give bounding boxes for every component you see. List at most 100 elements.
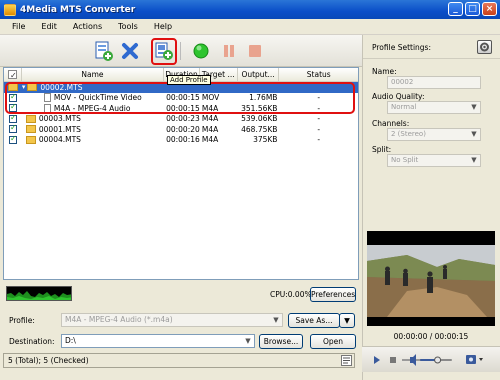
menu-help[interactable]: Help [146,22,180,31]
video-preview[interactable] [367,231,495,326]
preferences-button[interactable]: Preferences [310,287,356,302]
video-frame-image [367,231,495,326]
time-readout: 00:00:00 / 00:00:15 [393,332,469,341]
title-bar: 4Media MTS Converter _ □ × [0,0,500,19]
row-duration: 00:00:20 [166,124,200,134]
table-row[interactable]: M4A - MPEG-4 Audio 00:00:15 M4A 351.56KB… [4,102,358,114]
row-name: M4A - MPEG-4 Audio [53,103,131,113]
add-profile-icon[interactable] [154,41,174,61]
toolbar-separator [180,42,181,60]
table-row[interactable]: 00003.MTS 00:00:23 M4A 539.06KB - [4,113,358,125]
table-row[interactable]: MOV - QuickTime Video 00:00:15 MOV 1.76M… [4,92,358,104]
speaker-icon[interactable] [410,354,416,366]
stop-icon[interactable] [245,41,265,61]
row-target: M4A [201,103,219,113]
profile-label: Profile: [9,316,35,325]
table-row[interactable]: 00001.MTS 00:00:20 M4A 468.75KB - [4,123,358,135]
name-field-value: 00002 [391,78,414,86]
row-output: 351.56KB [241,103,278,113]
row-duration: 00:00:16 [166,135,200,145]
chevron-down-icon[interactable]: ▼ [468,155,480,166]
row-output: 468.75KB [241,124,278,134]
chevron-down-icon[interactable]: ▼ [468,129,480,140]
maximize-button[interactable]: □ [465,2,480,16]
log-icon[interactable] [341,355,352,366]
chevron-down-icon[interactable]: ▼ [270,314,282,326]
table-row[interactable]: 00004.MTS 00:00:16 M4A 375KB - [4,134,358,146]
play-icon[interactable] [374,356,380,364]
open-button[interactable]: Open [310,334,356,349]
channels-select[interactable]: 2 (Stereo) ▼ [387,128,481,141]
destination-value: D:\ [65,336,76,345]
row-name: 00002.MTS [40,82,83,92]
stop-playback-icon[interactable] [390,357,396,363]
audio-quality-select[interactable]: Normal ▼ [387,101,481,114]
chevron-down-icon[interactable]: ▼ [242,335,254,347]
row-duration: 00:00:23 [166,114,200,124]
row-name: 00003.MTS [38,114,81,124]
audio-quality-label: Audio Quality: [372,92,425,101]
row-status: - [317,124,321,134]
audio-quality-value: Normal [391,103,417,111]
delete-icon[interactable] [120,41,140,61]
row-status: - [317,103,321,113]
row-checkbox[interactable] [8,113,17,123]
name-label: Name: [372,67,397,76]
name-field[interactable]: 00002 [387,76,481,89]
menu-tools[interactable]: Tools [110,22,146,31]
collapse-icon[interactable]: ▾ [22,83,26,91]
status-text: 5 (Total); 5 (Checked) [8,356,89,365]
menu-file[interactable]: File [4,22,33,31]
browse-button[interactable]: Browse... [259,334,303,349]
row-checkbox[interactable] [8,134,17,144]
chevron-down-icon[interactable]: ▼ [468,102,480,113]
cpu-graph [6,286,72,301]
pause-icon[interactable] [219,41,239,61]
row-status: - [317,93,321,103]
row-status: - [317,135,321,145]
row-name: MOV - QuickTime Video [53,93,142,103]
header-status[interactable]: Status [279,68,358,81]
minimize-button[interactable]: _ [448,2,463,16]
group-marker-icon [7,83,18,92]
video-file-icon [25,125,36,134]
status-bar: 5 (Total); 5 (Checked) [3,353,355,368]
row-target: M4A [201,114,219,124]
profile-select[interactable]: M4A - MPEG-4 Audio (*.m4a) ▼ [61,313,283,327]
convert-icon[interactable] [191,41,211,61]
settings-icon[interactable] [477,40,492,54]
save-as-button[interactable]: Save As... [288,313,340,328]
header-check-all[interactable] [4,68,22,81]
row-checkbox[interactable] [8,92,17,102]
row-target: MOV [201,93,220,103]
app-icon [4,3,16,16]
add-file-icon[interactable] [93,41,113,61]
add-profile-tooltip: Add Profile [167,75,211,85]
menu-actions[interactable]: Actions [65,22,110,31]
folder-icon [27,83,38,92]
check-all-checkbox[interactable] [8,69,17,81]
row-status: - [317,114,321,124]
save-as-dropdown-icon[interactable]: ▼ [339,313,355,328]
file-list[interactable]: Name Duration Target ... Output... Statu… [3,67,359,280]
profile-file-icon [43,103,51,113]
snapshot-lens [469,357,473,362]
toolbar [0,35,362,67]
split-label: Split: [372,145,392,154]
destination-select[interactable]: D:\ ▼ [61,334,255,348]
menu-edit[interactable]: Edit [33,22,65,31]
channels-value: 2 (Stereo) [391,130,426,138]
volume-slider-thumb[interactable] [434,356,442,364]
row-checkbox[interactable] [8,102,17,113]
snapshot-dropdown-icon[interactable] [479,358,483,361]
header-output[interactable]: Output... [238,68,280,81]
split-select[interactable]: No Split ▼ [387,154,481,167]
row-name: 00004.MTS [38,135,81,145]
close-button[interactable]: × [482,2,497,16]
channels-label: Channels: [372,119,410,128]
cpu-graph-bars [7,291,71,300]
row-output: 375KB [253,135,278,145]
row-checkbox[interactable] [8,123,17,134]
header-name[interactable]: Name [22,68,165,81]
row-target: M4A [201,124,219,134]
